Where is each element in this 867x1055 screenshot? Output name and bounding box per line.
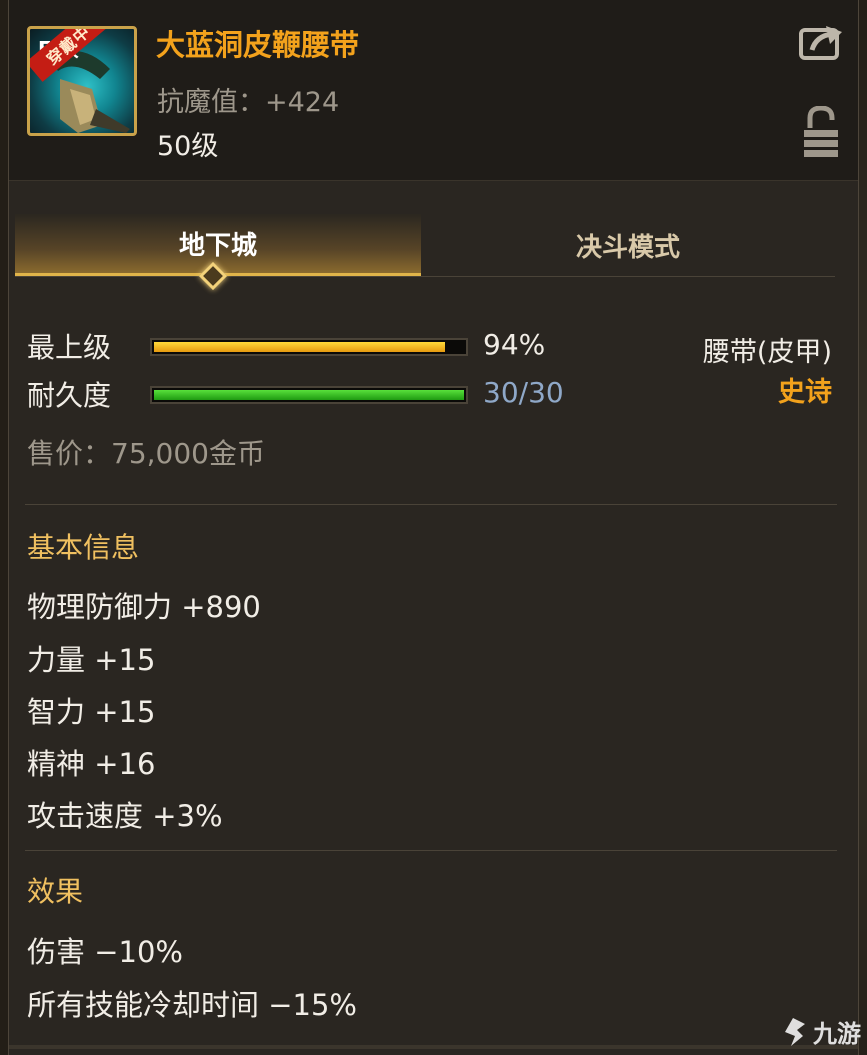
watermark: 九游 bbox=[779, 1014, 861, 1049]
mode-tabs: 地下城 决斗模式 bbox=[15, 214, 835, 277]
effect-line: 所有技能冷却时间 −15% bbox=[27, 988, 357, 1022]
tab-pvp[interactable]: 决斗模式 bbox=[425, 214, 831, 276]
divider bbox=[25, 504, 837, 505]
jiuyou-logo-icon bbox=[785, 1017, 805, 1046]
lock-button[interactable] bbox=[802, 105, 840, 158]
item-tooltip: F 级 穿戴中 大蓝洞皮鞭腰带 抗魔值：+424 50级 地下城 决斗模式 最 bbox=[8, 0, 859, 1055]
share-icon bbox=[799, 26, 842, 60]
tooltip-bottom-edge bbox=[9, 1045, 858, 1049]
lock-icon bbox=[804, 105, 838, 157]
item-name: 大蓝洞皮鞭腰带 bbox=[156, 28, 360, 62]
grade-label: 最上级 bbox=[27, 331, 112, 364]
item-magic-defense: 抗魔值：+424 bbox=[157, 87, 340, 118]
item-level: 50级 bbox=[157, 131, 219, 162]
basic-info-line: 物理防御力 +890 bbox=[27, 590, 261, 624]
basic-info-title: 基本信息 bbox=[27, 531, 140, 564]
basic-info-line: 攻击速度 +3% bbox=[27, 799, 223, 833]
basic-info-line: 精神 +16 bbox=[27, 747, 156, 781]
sell-price: 售价：75,000金币 bbox=[27, 437, 265, 470]
divider bbox=[25, 850, 837, 851]
tooltip-header: F 级 穿戴中 大蓝洞皮鞭腰带 抗魔值：+424 50级 bbox=[9, 0, 858, 181]
item-rarity: 史诗 bbox=[778, 377, 832, 408]
effect-line: 伤害 −10% bbox=[27, 935, 183, 969]
grade-value: 94% bbox=[483, 328, 546, 361]
grade-bar-fill bbox=[154, 342, 446, 352]
watermark-text: 九游 bbox=[813, 1020, 861, 1048]
item-belt-icon: F 级 穿戴中 bbox=[27, 26, 137, 136]
durability-bar bbox=[150, 386, 468, 404]
effects-title: 效果 bbox=[27, 875, 84, 908]
share-button[interactable] bbox=[798, 22, 844, 62]
basic-info-line: 力量 +15 bbox=[27, 643, 156, 677]
item-type: 腰带(皮甲) bbox=[702, 337, 832, 368]
durability-label: 耐久度 bbox=[27, 379, 112, 412]
grade-bar bbox=[150, 338, 468, 356]
durability-value: 30/30 bbox=[483, 376, 564, 409]
durability-bar-fill bbox=[154, 390, 464, 400]
basic-info-line: 智力 +15 bbox=[27, 695, 156, 729]
